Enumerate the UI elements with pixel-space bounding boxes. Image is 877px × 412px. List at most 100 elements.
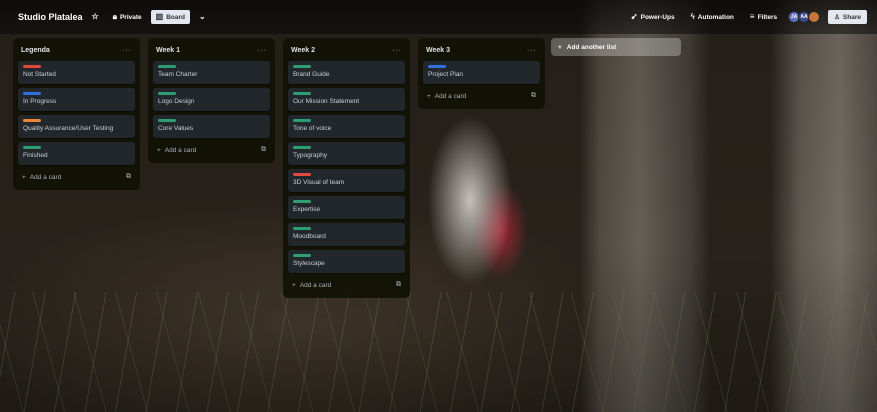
add-another-list-label: Add another list: [566, 43, 617, 51]
add-card-button[interactable]: + Add a card: [157, 147, 196, 154]
label-green: [158, 65, 176, 68]
add-another-list-button[interactable]: + Add another list: [551, 38, 681, 56]
label-blue: [23, 92, 41, 95]
add-card-label: Add a card: [434, 92, 467, 100]
card[interactable]: Moodboard: [288, 223, 405, 246]
board-view-button[interactable]: ▥ Board: [150, 10, 190, 24]
card[interactable]: Expertise: [288, 196, 405, 219]
card-title: Stylescape: [293, 260, 325, 267]
powerups-label: Power-Ups: [640, 13, 675, 21]
card[interactable]: 3D Visual of team: [288, 169, 405, 192]
card[interactable]: Our Mission Statement: [288, 88, 405, 111]
label-green: [293, 146, 311, 149]
label-blue: [428, 65, 446, 68]
card[interactable]: Finished: [18, 142, 135, 165]
plus-icon: +: [427, 92, 431, 100]
share-label: Share: [842, 13, 861, 21]
view-switcher-button[interactable]: ⌄: [194, 10, 211, 24]
lightning-icon: ϟ: [690, 12, 695, 21]
template-icon[interactable]: ⧉: [261, 146, 266, 154]
star-button[interactable]: ☆: [87, 10, 104, 24]
card[interactable]: Stylescape: [288, 250, 405, 273]
add-card-label: Add a card: [299, 281, 332, 289]
label-green: [293, 92, 311, 95]
share-icon: ♙: [834, 14, 840, 21]
card-title: Brand Guide: [293, 71, 330, 78]
visibility-button[interactable]: 🔒︎ Private: [108, 10, 147, 24]
list-header: Week 2 ···: [288, 43, 405, 57]
add-card-row: + Add a card ⧉: [153, 138, 270, 159]
list-week-1: Week 1 ··· Team Charter Logo Design Core…: [148, 38, 275, 163]
add-card-row: + Add a card ⧉: [18, 165, 135, 186]
card[interactable]: In Progress: [18, 88, 135, 111]
template-icon[interactable]: ⧉: [126, 173, 131, 181]
label-green: [23, 146, 41, 149]
list-title[interactable]: Week 3: [426, 47, 450, 54]
list-title[interactable]: Week 1: [156, 47, 180, 54]
template-icon[interactable]: ⧉: [396, 281, 401, 289]
filters-button[interactable]: ≡ Filters: [745, 10, 782, 24]
add-card-button[interactable]: + Add a card: [292, 282, 331, 289]
card[interactable]: Tone of voice: [288, 115, 405, 138]
card-title: In Progress: [23, 98, 57, 105]
label-green: [293, 200, 311, 203]
list-menu-icon[interactable]: ···: [527, 47, 537, 54]
header-actions: ➹ Power-Ups ϟ Automation ≡ Filters JA AA…: [622, 10, 867, 24]
label-red: [293, 173, 311, 176]
add-card-row: + Add a card ⧉: [288, 273, 405, 294]
list-week-3: Week 3 ··· Project Plan + Add a card ⧉: [418, 38, 545, 109]
label-green: [158, 119, 176, 122]
list-week-2: Week 2 ··· Brand Guide Our Mission State…: [283, 38, 410, 298]
card-title: Finished: [23, 152, 48, 159]
card-title: Not Started: [23, 71, 56, 78]
lock-icon: 🔒︎: [112, 12, 117, 21]
add-card-label: Add a card: [29, 173, 62, 181]
card[interactable]: Brand Guide: [288, 61, 405, 84]
card[interactable]: Core Values: [153, 115, 270, 138]
filter-icon: ≡: [749, 12, 755, 21]
add-card-button[interactable]: + Add a card: [427, 93, 466, 100]
rocket-icon: ➹: [630, 12, 638, 21]
list-legenda: Legenda ··· Not Started In Progress Qual…: [13, 38, 140, 190]
board-header: Studio Platalea ☆ 🔒︎ Private ▥ Board ⌄ ➹…: [0, 0, 877, 34]
label-orange: [23, 119, 41, 122]
card-title: Team Charter: [158, 71, 198, 78]
card[interactable]: Quality Assurance/User Testing: [18, 115, 135, 138]
board-title[interactable]: Studio Platalea: [18, 12, 83, 22]
automation-label: Automation: [697, 13, 734, 21]
member-avatars: JA AA: [788, 11, 821, 23]
label-green: [293, 65, 311, 68]
card-title: Core Values: [158, 125, 194, 132]
board-view-label: Board: [166, 13, 185, 21]
card[interactable]: Project Plan: [423, 61, 540, 84]
card-title: Tone of voice: [293, 125, 332, 132]
card-title: Expertise: [293, 206, 321, 213]
card-title: Typography: [293, 152, 327, 159]
label-green: [293, 119, 311, 122]
card[interactable]: Not Started: [18, 61, 135, 84]
plus-icon: +: [157, 146, 161, 154]
star-icon: ☆: [91, 12, 99, 21]
card[interactable]: Logo Design: [153, 88, 270, 111]
avatar-photo[interactable]: [808, 11, 821, 23]
share-button[interactable]: ♙ Share: [828, 10, 867, 24]
label-green: [293, 227, 311, 230]
powerups-button[interactable]: ➹ Power-Ups: [626, 10, 680, 24]
list-title[interactable]: Legenda: [21, 47, 50, 54]
card[interactable]: Typography: [288, 142, 405, 165]
card-title: Project Plan: [428, 71, 464, 78]
template-icon[interactable]: ⧉: [531, 92, 536, 100]
list-menu-icon[interactable]: ···: [392, 47, 402, 54]
add-card-row: + Add a card ⧉: [423, 84, 540, 105]
board-icon: ▥: [155, 12, 164, 21]
automation-button[interactable]: ϟ Automation: [686, 10, 739, 24]
add-card-button[interactable]: + Add a card: [22, 174, 61, 181]
plus-icon: +: [22, 173, 26, 181]
list-menu-icon[interactable]: ···: [122, 47, 132, 54]
list-menu-icon[interactable]: ···: [257, 47, 267, 54]
list-header: Week 3 ···: [423, 43, 540, 57]
label-green: [158, 92, 176, 95]
card[interactable]: Team Charter: [153, 61, 270, 84]
list-title[interactable]: Week 2: [291, 47, 315, 54]
plus-icon: +: [292, 281, 296, 289]
